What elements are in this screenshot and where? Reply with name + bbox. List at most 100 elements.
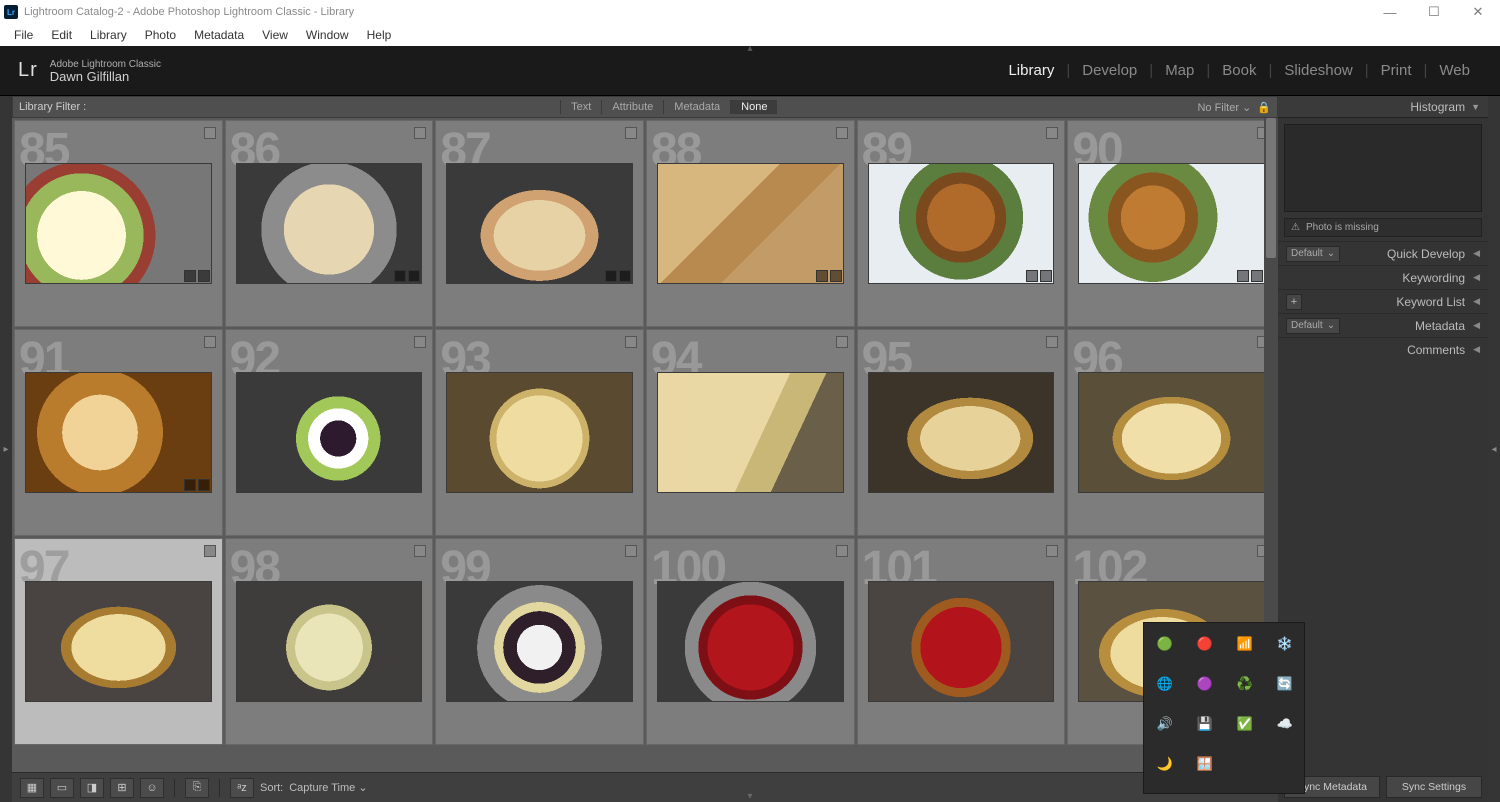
metadata-panel-header[interactable]: Default ⌄ Metadata◀ <box>1278 313 1488 337</box>
grid-cell[interactable]: 94 <box>646 329 855 536</box>
module-library[interactable]: Library <box>996 62 1066 79</box>
tray-icon[interactable]: ♻️ <box>1234 673 1256 695</box>
tray-icon[interactable]: 📶 <box>1234 633 1256 655</box>
filmstrip-expand-handle[interactable]: ▾ <box>747 791 752 802</box>
grid-cell[interactable]: 91 <box>14 329 223 536</box>
thumbnail-badge[interactable] <box>619 270 631 282</box>
keywording-panel-header[interactable]: Keywording◀ <box>1278 265 1488 289</box>
thumbnail-badge[interactable] <box>830 270 842 282</box>
thumbnail[interactable] <box>657 581 844 702</box>
top-panel-collapse-handle[interactable]: ▴ <box>747 43 752 54</box>
window-maximize-button[interactable]: ☐ <box>1412 0 1456 24</box>
grid-cell[interactable]: 101 <box>857 538 1066 745</box>
filter-option-attribute[interactable]: Attribute <box>601 100 663 114</box>
flag-icon[interactable] <box>414 127 426 139</box>
thumbnail[interactable] <box>236 163 423 284</box>
thumbnail-badge[interactable] <box>605 270 617 282</box>
system-tray-flyout[interactable]: 🟢🔴📶❄️🌐🟣♻️🔄🔊💾✅☁️🌙🪟 <box>1143 622 1305 794</box>
thumbnail[interactable] <box>446 581 633 702</box>
flag-icon[interactable] <box>204 545 216 557</box>
tray-icon[interactable]: 🟣 <box>1194 673 1216 695</box>
thumbnail[interactable] <box>657 372 844 493</box>
flag-icon[interactable] <box>625 545 637 557</box>
grid-view-button[interactable]: ▦ <box>20 778 44 798</box>
flag-icon[interactable] <box>836 545 848 557</box>
sort-direction-button[interactable]: ᵃz <box>230 778 254 798</box>
flag-icon[interactable] <box>625 127 637 139</box>
thumbnail-badge[interactable] <box>816 270 828 282</box>
left-panel-expand-handle[interactable]: ▸ <box>0 96 12 802</box>
grid-cell[interactable]: 86 <box>225 120 434 327</box>
filter-preset-dropdown[interactable]: No Filter ⌄ <box>1197 101 1251 114</box>
grid-cell[interactable]: 90 <box>1067 120 1276 327</box>
filter-lock-icon[interactable]: 🔒 <box>1257 101 1271 114</box>
flag-icon[interactable] <box>1046 336 1058 348</box>
module-develop[interactable]: Develop <box>1070 62 1149 79</box>
thumbnail-badge[interactable] <box>1040 270 1052 282</box>
flag-icon[interactable] <box>414 336 426 348</box>
module-slideshow[interactable]: Slideshow <box>1272 62 1364 79</box>
tray-icon[interactable]: 🔴 <box>1194 633 1216 655</box>
menu-window[interactable]: Window <box>298 26 357 44</box>
quick-develop-preset-dropdown[interactable]: Default ⌄ <box>1286 246 1340 262</box>
add-keyword-button[interactable]: + <box>1286 294 1302 310</box>
thumbnail[interactable] <box>25 581 212 702</box>
tray-icon[interactable]: 🪟 <box>1194 753 1216 775</box>
thumbnail-badge[interactable] <box>184 479 196 491</box>
thumbnail-badge[interactable] <box>184 270 196 282</box>
quick-develop-panel-header[interactable]: Default ⌄ Quick Develop◀ <box>1278 241 1488 265</box>
thumbnail-badge[interactable] <box>1026 270 1038 282</box>
thumbnail[interactable] <box>657 163 844 284</box>
grid-cell[interactable]: 97 <box>14 538 223 745</box>
thumbnail-badge[interactable] <box>1237 270 1249 282</box>
thumbnail[interactable] <box>868 372 1055 493</box>
filter-option-none[interactable]: None <box>730 100 777 114</box>
thumbnail-badge[interactable] <box>408 270 420 282</box>
sync-settings-button[interactable]: Sync Settings <box>1386 776 1482 798</box>
grid-cell[interactable]: 92 <box>225 329 434 536</box>
flag-icon[interactable] <box>836 127 848 139</box>
grid-cell[interactable]: 98 <box>225 538 434 745</box>
metadata-preset-dropdown[interactable]: Default ⌄ <box>1286 318 1340 334</box>
flag-icon[interactable] <box>204 336 216 348</box>
people-view-button[interactable]: ☺ <box>140 778 164 798</box>
grid-cell[interactable]: 89 <box>857 120 1066 327</box>
flag-icon[interactable] <box>1046 545 1058 557</box>
thumbnail[interactable] <box>236 581 423 702</box>
right-panel-collapse-handle[interactable]: ◂ <box>1488 96 1500 802</box>
keyword-list-panel-header[interactable]: + Keyword List◀ <box>1278 289 1488 313</box>
tray-icon[interactable]: 🌙 <box>1154 753 1176 775</box>
module-map[interactable]: Map <box>1153 62 1206 79</box>
thumbnail-badge[interactable] <box>394 270 406 282</box>
grid-cell[interactable]: 88 <box>646 120 855 327</box>
window-minimize-button[interactable]: — <box>1368 0 1412 24</box>
loupe-view-button[interactable]: ▭ <box>50 778 74 798</box>
grid-cell[interactable]: 93 <box>435 329 644 536</box>
sort-dropdown[interactable]: Capture Time ⌄ <box>289 781 367 794</box>
thumbnail-badge[interactable] <box>198 270 210 282</box>
thumbnail[interactable] <box>868 581 1055 702</box>
comments-panel-header[interactable]: Comments◀ <box>1278 337 1488 361</box>
flag-icon[interactable] <box>625 336 637 348</box>
menu-photo[interactable]: Photo <box>137 26 184 44</box>
thumbnail[interactable] <box>236 372 423 493</box>
filter-option-metadata[interactable]: Metadata <box>663 100 730 114</box>
thumbnail[interactable] <box>868 163 1055 284</box>
thumbnail[interactable] <box>25 372 212 493</box>
painter-tool-button[interactable]: ⎘ <box>185 778 209 798</box>
module-book[interactable]: Book <box>1210 62 1268 79</box>
thumbnail[interactable] <box>446 163 633 284</box>
thumbnail[interactable] <box>1078 372 1265 493</box>
tray-icon[interactable]: 🔊 <box>1154 713 1176 735</box>
module-web[interactable]: Web <box>1427 62 1482 79</box>
thumbnail-badge[interactable] <box>198 479 210 491</box>
grid-cell[interactable]: 85 <box>14 120 223 327</box>
histogram-panel-header[interactable]: Histogram▼ <box>1278 96 1488 118</box>
flag-icon[interactable] <box>1046 127 1058 139</box>
grid-cell[interactable]: 99 <box>435 538 644 745</box>
tray-icon[interactable]: 🔄 <box>1274 673 1296 695</box>
menu-view[interactable]: View <box>254 26 296 44</box>
compare-view-button[interactable]: ◨ <box>80 778 104 798</box>
filter-option-text[interactable]: Text <box>560 100 601 114</box>
tray-icon[interactable]: 🌐 <box>1154 673 1176 695</box>
